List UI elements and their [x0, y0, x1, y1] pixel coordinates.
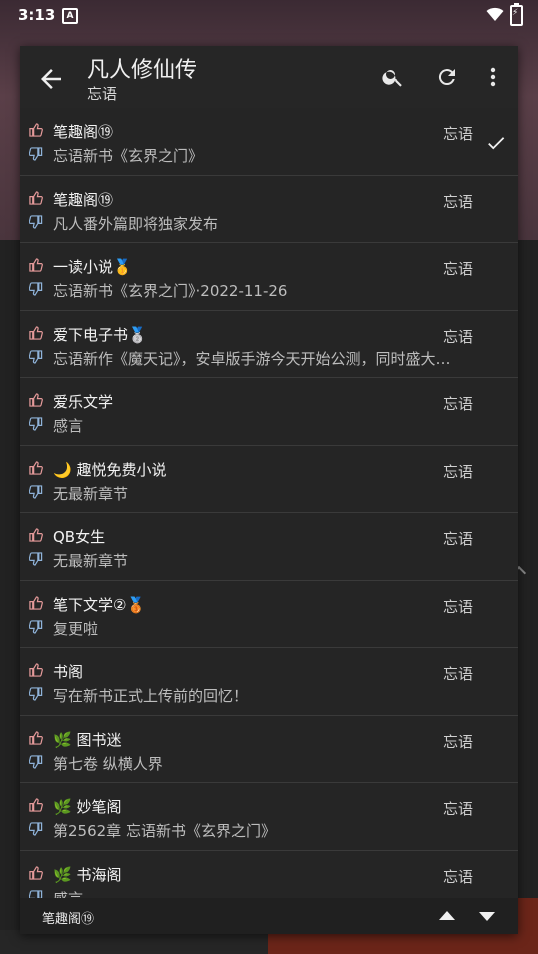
- wifi-icon: [486, 7, 504, 21]
- source-row[interactable]: QB女生 忘语 无最新章节: [20, 513, 518, 581]
- source-author: 忘语: [443, 192, 474, 211]
- source-author: 忘语: [443, 327, 474, 346]
- source-latest-chapter: 写在新书正式上传前的回忆！: [53, 687, 249, 705]
- source-row[interactable]: 爱下电子书🥈 忘语 忘语新作《魔天记》，安卓版手游今天开始公测，同时盛大…: [20, 311, 518, 378]
- source-row[interactable]: 一读小说🥇 忘语 忘语新书《玄界之门》·2022-11-26: [20, 243, 518, 311]
- source-name: QB女生: [53, 528, 106, 546]
- thumb-down-icon[interactable]: [29, 147, 43, 161]
- source-author: 忘语: [443, 125, 474, 143]
- source-row[interactable]: 爱乐文学 忘语 感言: [20, 378, 518, 446]
- thumb-up-icon[interactable]: [29, 393, 43, 407]
- source-row[interactable]: 笔趣阁⑲ 忘语 凡人番外篇即将独家发布: [20, 176, 518, 243]
- source-name: 🌙 趣悦免费小说: [53, 460, 167, 479]
- thumb-up-icon[interactable]: [29, 123, 43, 137]
- source-latest-chapter: 凡人番外篇即将独家发布: [53, 214, 219, 233]
- source-latest-chapter: 忘语新书《玄界之门》: [53, 147, 204, 165]
- source-latest-chapter: 无最新章节: [53, 552, 129, 570]
- dialog-toolbar: 凡人修仙传 忘语: [20, 46, 518, 108]
- thumb-down-icon[interactable]: [29, 619, 43, 634]
- source-name: 爱乐文学: [53, 393, 114, 411]
- arrow-left-icon[interactable]: [36, 64, 66, 94]
- source-list[interactable]: 笔趣阁⑲ 忘语 忘语新书《玄界之门》 笔趣阁⑲ 忘语 凡人番外篇即将独家发布 一…: [20, 108, 518, 898]
- source-row[interactable]: 🌿 图书迷 忘语 第七卷 纵横人界: [20, 716, 518, 783]
- thumb-up-icon[interactable]: [29, 595, 43, 610]
- thumb-down-icon[interactable]: [29, 282, 43, 296]
- battery-icon: [510, 3, 523, 26]
- source-row[interactable]: 笔下文学②🥉 忘语 复更啦: [20, 581, 518, 648]
- source-author: 忘语: [443, 530, 474, 548]
- source-latest-chapter: 无最新章节: [53, 484, 129, 503]
- source-name: 🌿 书海阁: [53, 865, 122, 884]
- source-latest-chapter: 忘语新作《魔天记》，安卓版手游今天开始公测，同时盛大…: [53, 349, 451, 368]
- source-latest-chapter: 感言: [53, 888, 83, 899]
- status-time: 3:13: [18, 6, 56, 24]
- status-bar: 3:13 A: [0, 0, 538, 30]
- thumb-up-icon[interactable]: [29, 865, 43, 880]
- thumb-down-icon[interactable]: [29, 214, 43, 229]
- thumb-down-icon[interactable]: [29, 349, 43, 364]
- thumb-down-icon[interactable]: [29, 687, 43, 701]
- thumb-up-icon[interactable]: [29, 460, 43, 475]
- source-name: 笔下文学②🥉: [53, 595, 146, 614]
- thumb-down-icon[interactable]: [29, 754, 43, 769]
- dialog-bottom-bar: 笔趣阁⑲: [20, 898, 518, 934]
- source-name: 笔趣阁⑲: [53, 123, 114, 141]
- source-switch-dialog: 凡人修仙传 忘语 笔趣阁⑲ 忘语 忘语新书《玄界之门》 笔趣阁⑲ 忘语 凡人番外…: [20, 46, 518, 934]
- source-row[interactable]: 🌿 妙笔阁 忘语 第2562章 忘语新书《玄界之门》: [20, 783, 518, 851]
- source-name: 一读小说🥇: [53, 258, 132, 276]
- source-latest-chapter: 复更啦: [53, 619, 99, 638]
- source-author: 忘语: [443, 597, 474, 616]
- book-author: 忘语: [87, 85, 118, 103]
- source-row[interactable]: 🌿 书海阁 忘语 感言: [20, 851, 518, 899]
- source-latest-chapter: 第七卷 纵横人界: [53, 754, 163, 773]
- source-name: 笔趣阁⑲: [53, 190, 114, 209]
- thumb-down-icon[interactable]: [29, 889, 43, 899]
- more-vert-icon[interactable]: [484, 65, 502, 89]
- source-row[interactable]: 书阁 忘语 写在新书正式上传前的回忆！: [20, 648, 518, 716]
- book-title: 凡人修仙传: [87, 58, 198, 83]
- source-name: 🌿 图书迷: [53, 730, 122, 749]
- source-latest-chapter: 忘语新书《玄界之门》·2022-11-26: [53, 282, 288, 300]
- source-latest-chapter: 第2562章 忘语新书《玄界之门》: [53, 822, 276, 840]
- thumb-down-icon[interactable]: [29, 417, 43, 431]
- source-author: 忘语: [443, 800, 474, 818]
- source-row[interactable]: 🌙 趣悦免费小说 忘语 无最新章节: [20, 446, 518, 513]
- search-icon[interactable]: [381, 65, 405, 89]
- thumb-up-icon[interactable]: [29, 325, 43, 340]
- thumb-down-icon[interactable]: [29, 484, 43, 499]
- source-latest-chapter: 感言: [53, 417, 84, 435]
- source-author: 忘语: [443, 732, 474, 751]
- current-source-label: 笔趣阁⑲: [42, 912, 95, 927]
- source-author: 忘语: [443, 395, 474, 413]
- check-icon: [488, 137, 505, 150]
- thumb-up-icon[interactable]: [29, 663, 43, 677]
- thumb-up-icon[interactable]: [29, 798, 43, 812]
- source-name: 书阁: [53, 663, 84, 681]
- arrow-up-icon[interactable]: [438, 908, 456, 924]
- thumb-up-icon[interactable]: [29, 528, 43, 542]
- thumb-up-icon[interactable]: [29, 190, 43, 205]
- source-author: 忘语: [443, 665, 474, 683]
- arrow-down-icon[interactable]: [478, 908, 496, 924]
- source-author: 忘语: [443, 462, 474, 481]
- notification-icon: A: [62, 8, 78, 24]
- thumb-up-icon[interactable]: [29, 258, 43, 272]
- thumb-down-icon[interactable]: [29, 822, 43, 836]
- source-author: 忘语: [443, 260, 474, 278]
- source-row[interactable]: 笔趣阁⑲ 忘语 忘语新书《玄界之门》: [20, 108, 518, 176]
- source-name: 🌿 妙笔阁: [53, 798, 122, 816]
- source-name: 爱下电子书🥈: [53, 325, 147, 344]
- refresh-icon[interactable]: [435, 65, 459, 89]
- thumb-up-icon[interactable]: [29, 730, 43, 745]
- source-author: 忘语: [443, 867, 474, 886]
- thumb-down-icon[interactable]: [29, 552, 43, 566]
